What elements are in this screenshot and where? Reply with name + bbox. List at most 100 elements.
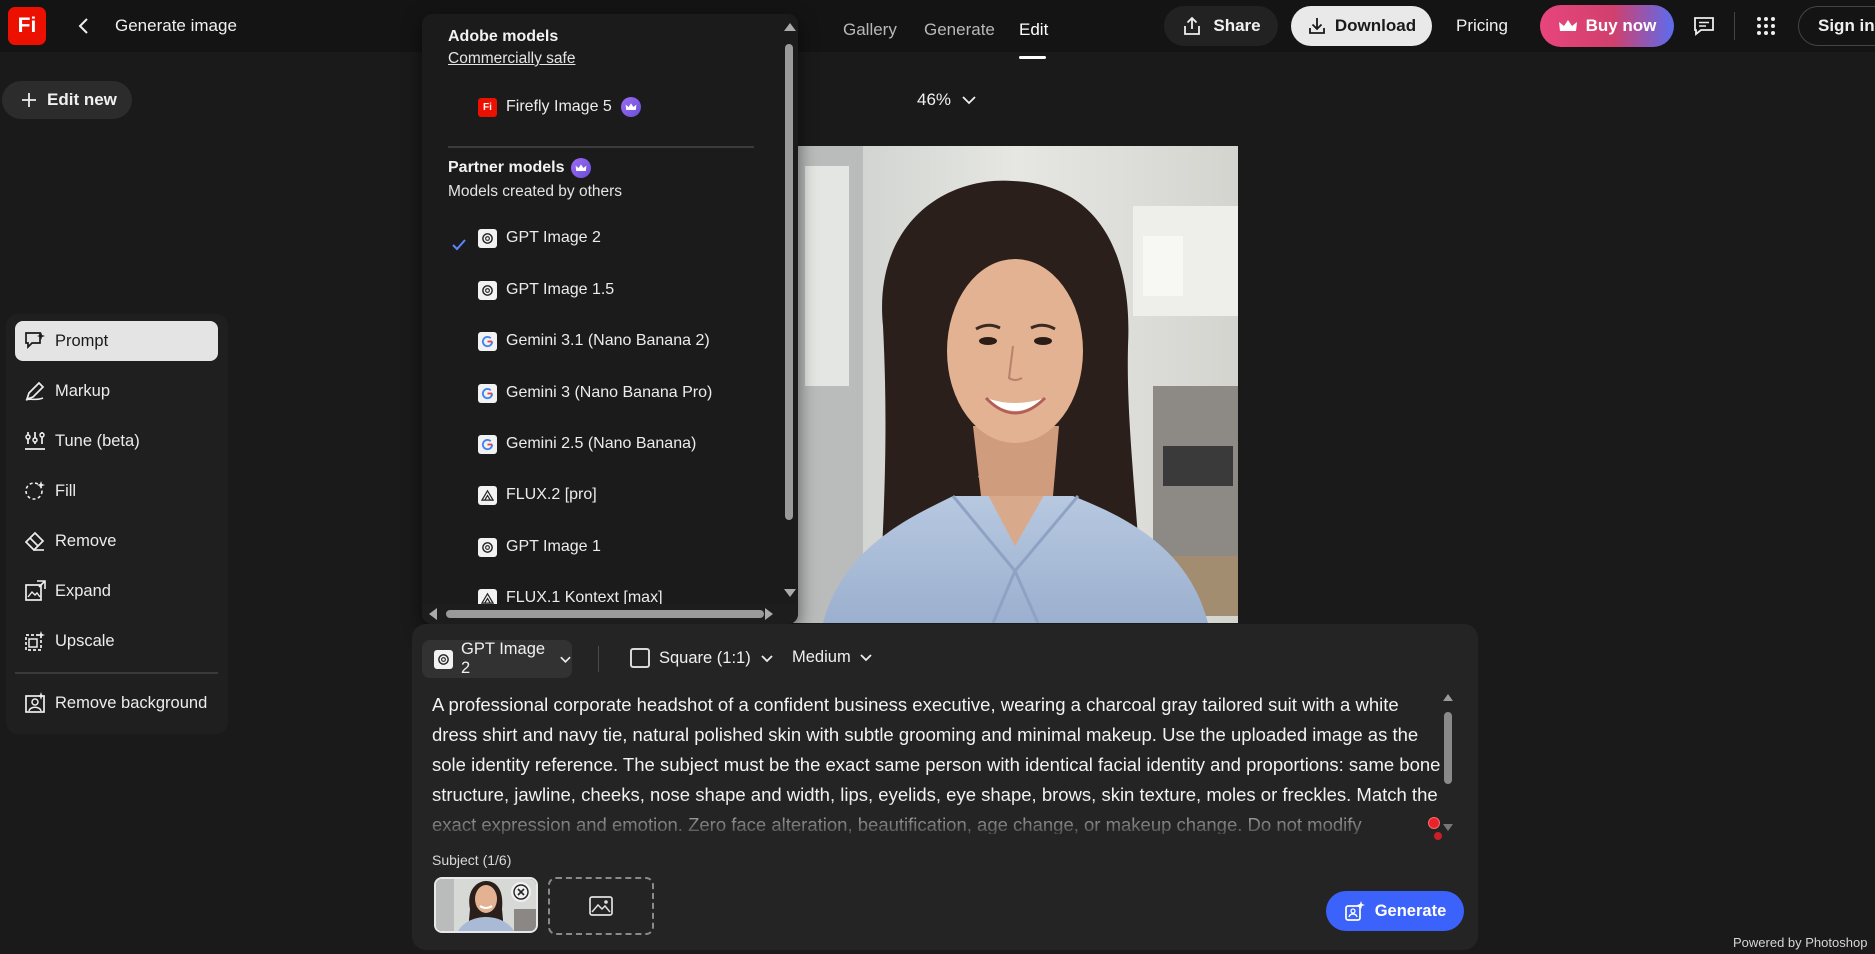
upscale-icon: [25, 631, 45, 651]
tool-tune[interactable]: Tune (beta): [15, 421, 218, 461]
chevron-down-icon: [860, 654, 872, 662]
tool-label: Fill: [55, 481, 77, 500]
prompt-scroll-up-icon[interactable]: [1443, 694, 1453, 701]
checkmark-icon: [452, 239, 466, 251]
openai-icon: [434, 649, 453, 669]
chat-bubble-icon: [1694, 17, 1714, 36]
model-option-label: GPT Image 1.5: [506, 281, 615, 298]
expand-icon: [25, 580, 46, 601]
prompt-textarea[interactable]: A professional corporate headshot of a c…: [432, 690, 1442, 834]
apps-button[interactable]: [1752, 12, 1780, 40]
chevron-left-icon: [78, 18, 88, 34]
vertical-scrollbar-thumb[interactable]: [785, 44, 793, 520]
tool-label: Tune (beta): [55, 431, 140, 450]
scroll-up-arrow-icon[interactable]: [784, 23, 796, 31]
fill-icon: [25, 481, 45, 500]
google-icon: [478, 331, 497, 351]
premium-crown-icon: [620, 97, 641, 117]
feedback-button[interactable]: [1690, 12, 1718, 40]
model-option-label: Gemini 3 (Nano Banana Pro): [506, 384, 713, 401]
remove-subject-button[interactable]: [511, 882, 531, 902]
buy-now-label: Buy now: [1585, 16, 1657, 35]
scroll-down-arrow-icon[interactable]: [784, 589, 796, 597]
model-option-label: GPT Image 2: [506, 229, 601, 246]
header-divider: [1734, 12, 1735, 40]
tab-gallery[interactable]: Gallery: [843, 20, 897, 40]
close-icon: [513, 884, 529, 900]
tool-label: Expand: [55, 581, 111, 600]
flux-icon: [478, 485, 497, 505]
tool-markup[interactable]: Markup: [15, 371, 218, 411]
buy-now-button[interactable]: Buy now: [1540, 5, 1674, 47]
download-button[interactable]: Download: [1291, 6, 1432, 46]
share-button[interactable]: Share: [1164, 6, 1278, 46]
prompt-panel: GPT Image 2 Square (1:1) Medium A profes…: [412, 624, 1478, 950]
tool-remove[interactable]: Remove: [15, 521, 218, 561]
share-icon: [1184, 16, 1201, 35]
active-tab-indicator: [1019, 56, 1046, 59]
tool-upscale[interactable]: Upscale: [15, 621, 218, 661]
openai-icon: [478, 280, 497, 300]
tool-label: Upscale: [55, 631, 115, 650]
model-option-gpt-image-1[interactable]: GPT Image 1: [478, 533, 601, 561]
edit-new-label: Edit new: [47, 90, 117, 109]
model-option-gpt-image-1-5[interactable]: GPT Image 1.5: [478, 276, 614, 304]
crown-icon: [1558, 20, 1577, 31]
chevron-down-icon: [761, 654, 773, 662]
sign-in-button[interactable]: Sign in: [1798, 6, 1875, 46]
horizontal-scrollbar-thumb[interactable]: [446, 610, 764, 618]
firefly-logo[interactable]: Fi: [8, 7, 46, 45]
tool-expand[interactable]: Expand: [15, 571, 218, 611]
model-option-gpt-image-2[interactable]: GPT Image 2: [478, 224, 601, 252]
toolbar-divider: [598, 646, 599, 672]
aspect-ratio-selector[interactable]: Square (1:1): [630, 648, 774, 668]
model-option-label: Gemini 3.1 (Nano Banana 2): [506, 332, 710, 349]
premium-crown-icon: [571, 158, 592, 178]
model-option-firefly-image-5[interactable]: Fi Firefly Image 5: [478, 93, 641, 121]
tool-fill[interactable]: Fill: [15, 471, 218, 511]
spellcheck-indicator-icon: [1428, 817, 1440, 829]
prompt-icon: [25, 332, 45, 350]
model-option-gemini-3[interactable]: Gemini 3 (Nano Banana Pro): [478, 379, 712, 407]
add-subject-image-button[interactable]: [548, 877, 654, 935]
remove-background-icon: [25, 692, 45, 713]
model-option-flux-2-pro[interactable]: FLUX.2 [pro]: [478, 481, 597, 509]
back-button[interactable]: [70, 12, 98, 40]
image-icon: [589, 896, 613, 916]
model-option-gemini-3-1[interactable]: Gemini 3.1 (Nano Banana 2): [478, 327, 710, 355]
prompt-scrollbar-thumb[interactable]: [1444, 712, 1452, 784]
model-option-label: FLUX.2 [pro]: [506, 486, 597, 503]
tool-remove-background[interactable]: Remove background: [15, 683, 218, 723]
commercially-safe-link[interactable]: Commercially safe: [448, 50, 575, 68]
page-title: Generate image: [115, 16, 237, 35]
chevron-down-icon: [560, 656, 571, 663]
tab-generate[interactable]: Generate: [924, 20, 995, 40]
scroll-left-arrow-icon[interactable]: [429, 608, 437, 620]
square-aspect-icon: [630, 648, 650, 668]
powered-by-text: Powered by Photoshop: [1733, 935, 1868, 950]
tool-prompt[interactable]: Prompt: [15, 321, 218, 361]
scroll-right-arrow-icon[interactable]: [765, 608, 773, 620]
tool-panel: Prompt Markup Tune (beta) Fill Remove Ex…: [6, 314, 228, 734]
model-option-gemini-2-5[interactable]: Gemini 2.5 (Nano Banana): [478, 430, 696, 458]
edit-new-button[interactable]: Edit new: [2, 81, 132, 119]
top-bar: Fi Generate image Gallery Generate Edit …: [0, 0, 1875, 59]
tool-divider: [15, 672, 218, 674]
pricing-link[interactable]: Pricing: [1456, 16, 1508, 36]
tune-icon: [25, 432, 45, 450]
tool-label: Markup: [55, 381, 111, 400]
quality-selector[interactable]: Medium: [792, 648, 873, 667]
google-icon: [478, 383, 497, 403]
prompt-scroll-down-icon[interactable]: [1443, 824, 1453, 831]
portrait-photo: [793, 146, 1238, 623]
tab-edit[interactable]: Edit: [1019, 20, 1048, 40]
zoom-control[interactable]: 46%: [917, 90, 977, 110]
canvas-image[interactable]: [793, 146, 1238, 623]
partner-models-label: Partner models: [448, 159, 565, 176]
subject-label: Subject (1/6): [432, 852, 512, 868]
model-selector[interactable]: GPT Image 2: [422, 640, 572, 678]
apps-grid-icon: [1757, 17, 1775, 35]
model-dropdown[interactable]: Adobe models Commercially safe Fi Firefl…: [422, 14, 798, 624]
generate-button[interactable]: Generate: [1326, 891, 1464, 931]
markup-icon: [25, 381, 45, 401]
